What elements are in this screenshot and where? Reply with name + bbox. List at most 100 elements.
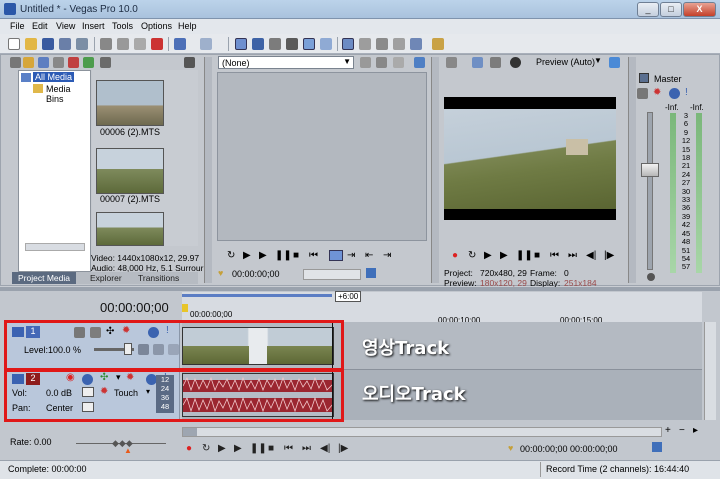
panel-splitter[interactable] [628, 57, 636, 283]
trimmer-tool-icon[interactable] [376, 57, 387, 68]
selection-tool-icon[interactable] [269, 38, 281, 50]
stop-icon[interactable]: ■ [293, 250, 299, 261]
go-to-end-icon[interactable]: ⏭ [568, 250, 577, 261]
add-after-icon[interactable]: ⇤ [365, 250, 373, 261]
panel-menu-icon[interactable] [184, 57, 195, 68]
media-thumbnail[interactable] [96, 80, 164, 126]
delete-icon[interactable] [151, 38, 163, 50]
play-icon[interactable]: ▶ [259, 250, 267, 261]
record-icon[interactable]: ● [186, 443, 192, 454]
play-icon[interactable]: ▶ [234, 443, 242, 454]
new-icon[interactable] [8, 38, 20, 50]
previous-frame-icon[interactable]: ◀| [586, 250, 596, 261]
trimmer-tool-icon[interactable] [414, 57, 425, 68]
menu-view[interactable]: View [56, 21, 75, 31]
minimize-button[interactable]: _ [637, 2, 659, 17]
media-fx-icon[interactable] [83, 57, 94, 68]
trimmer-dropdown[interactable]: (None) ▼ [218, 56, 354, 69]
split-screen-icon[interactable] [510, 57, 521, 68]
video-fx-icon[interactable] [490, 57, 501, 68]
lock-envelopes-icon[interactable] [342, 38, 354, 50]
views-icon[interactable] [100, 57, 111, 68]
stop-icon[interactable]: ■ [268, 443, 274, 454]
save-icon[interactable] [42, 38, 54, 50]
menu-options[interactable]: Options [141, 21, 172, 31]
trimmer-selection-icon[interactable] [366, 268, 376, 278]
undo-icon[interactable] [174, 38, 186, 50]
crossfade-icon[interactable] [376, 38, 388, 50]
loop-icon[interactable]: ↻ [227, 250, 235, 261]
previous-frame-icon[interactable]: ◀| [320, 443, 330, 454]
fx-icon[interactable] [637, 88, 648, 99]
preview-quality-dropdown[interactable]: Preview (Auto) [536, 57, 595, 67]
pause-icon[interactable]: ❚❚ [250, 443, 267, 454]
properties-icon[interactable] [76, 38, 88, 50]
overlays-icon[interactable] [609, 57, 620, 68]
mark-in-icon[interactable] [329, 250, 343, 261]
selection-length-icon[interactable] [652, 442, 662, 452]
zoom-in-icon[interactable]: + [665, 425, 671, 436]
media-thumbnail[interactable] [96, 212, 164, 246]
gear-icon[interactable]: ✹ [653, 87, 661, 98]
add-before-icon[interactable]: ⇥ [383, 250, 391, 261]
auto-ripple-icon[interactable] [303, 38, 315, 50]
open-icon[interactable] [25, 38, 37, 50]
go-to-end-icon[interactable]: ⏭ [302, 443, 311, 454]
menu-insert[interactable]: Insert [82, 21, 105, 31]
tab-project-media[interactable]: Project Media [12, 272, 76, 284]
play-from-start-icon[interactable]: ▶ [484, 250, 492, 261]
maximize-button[interactable]: □ [660, 2, 682, 17]
menu-help[interactable]: Help [178, 21, 197, 31]
tab-transitions[interactable]: Transitions [138, 273, 179, 283]
next-frame-icon[interactable]: |▶ [604, 250, 614, 261]
go-to-start-icon[interactable]: ⏮ [550, 250, 559, 261]
stop-icon[interactable]: ■ [534, 250, 540, 261]
menu-edit[interactable]: Edit [32, 21, 48, 31]
pause-icon[interactable]: ❚❚ [275, 250, 292, 261]
previous-frame-icon[interactable]: ⏮ [309, 250, 318, 261]
panel-splitter[interactable] [204, 57, 212, 283]
snap-icon[interactable] [320, 38, 332, 50]
help-icon[interactable] [432, 38, 444, 50]
next-frame-icon[interactable]: |▶ [338, 443, 348, 454]
trimmer-position-field[interactable] [303, 269, 361, 280]
timeline-vertical-scrollbar[interactable] [704, 322, 716, 420]
close-button[interactable]: X [683, 2, 716, 17]
ignore-grouping-icon[interactable] [359, 38, 371, 50]
panel-close-icon[interactable] [10, 57, 21, 68]
trimmer-tool-icon[interactable] [360, 57, 371, 68]
go-to-start-icon[interactable]: ⏮ [284, 443, 293, 454]
zoom-out-icon[interactable]: − [679, 425, 685, 436]
remove-media-icon[interactable] [68, 57, 79, 68]
loop-region-bar[interactable] [182, 294, 332, 297]
loop-icon[interactable]: ↻ [468, 250, 476, 261]
loop-icon[interactable]: ↻ [202, 443, 210, 454]
menu-tools[interactable]: Tools [112, 21, 133, 31]
external-monitor-icon[interactable] [472, 57, 483, 68]
menu-file[interactable]: File [10, 21, 25, 31]
play-from-start-icon[interactable]: ▶ [243, 250, 251, 261]
media-thumbnail[interactable] [96, 148, 164, 194]
panel-splitter[interactable] [431, 57, 439, 283]
mute-icon[interactable] [669, 88, 680, 99]
copy-icon[interactable] [117, 38, 129, 50]
add-to-timeline-icon[interactable]: ⇥ [347, 250, 355, 261]
save-as-icon[interactable] [59, 38, 71, 50]
envelope-tool-icon[interactable] [252, 38, 264, 50]
tree-all-media[interactable]: All Media [33, 72, 75, 82]
get-media-icon[interactable] [53, 57, 64, 68]
marker-icon[interactable] [393, 38, 405, 50]
scroll-right-icon[interactable]: ▸ [693, 425, 698, 436]
record-icon[interactable]: ● [452, 250, 458, 261]
cut-icon[interactable] [100, 38, 112, 50]
tree-scrollbar[interactable] [25, 243, 85, 251]
scroll-thumb[interactable] [183, 428, 197, 436]
play-icon[interactable]: ▶ [500, 250, 508, 261]
master-fader-handle[interactable] [641, 163, 659, 177]
normal-edit-tool-icon[interactable] [235, 38, 247, 50]
master-lock-icon[interactable] [647, 273, 655, 281]
redo-icon[interactable] [200, 38, 212, 50]
render-icon[interactable] [410, 38, 422, 50]
zoom-tool-icon[interactable] [286, 38, 298, 50]
timeline-horizontal-scrollbar[interactable] [182, 427, 662, 437]
